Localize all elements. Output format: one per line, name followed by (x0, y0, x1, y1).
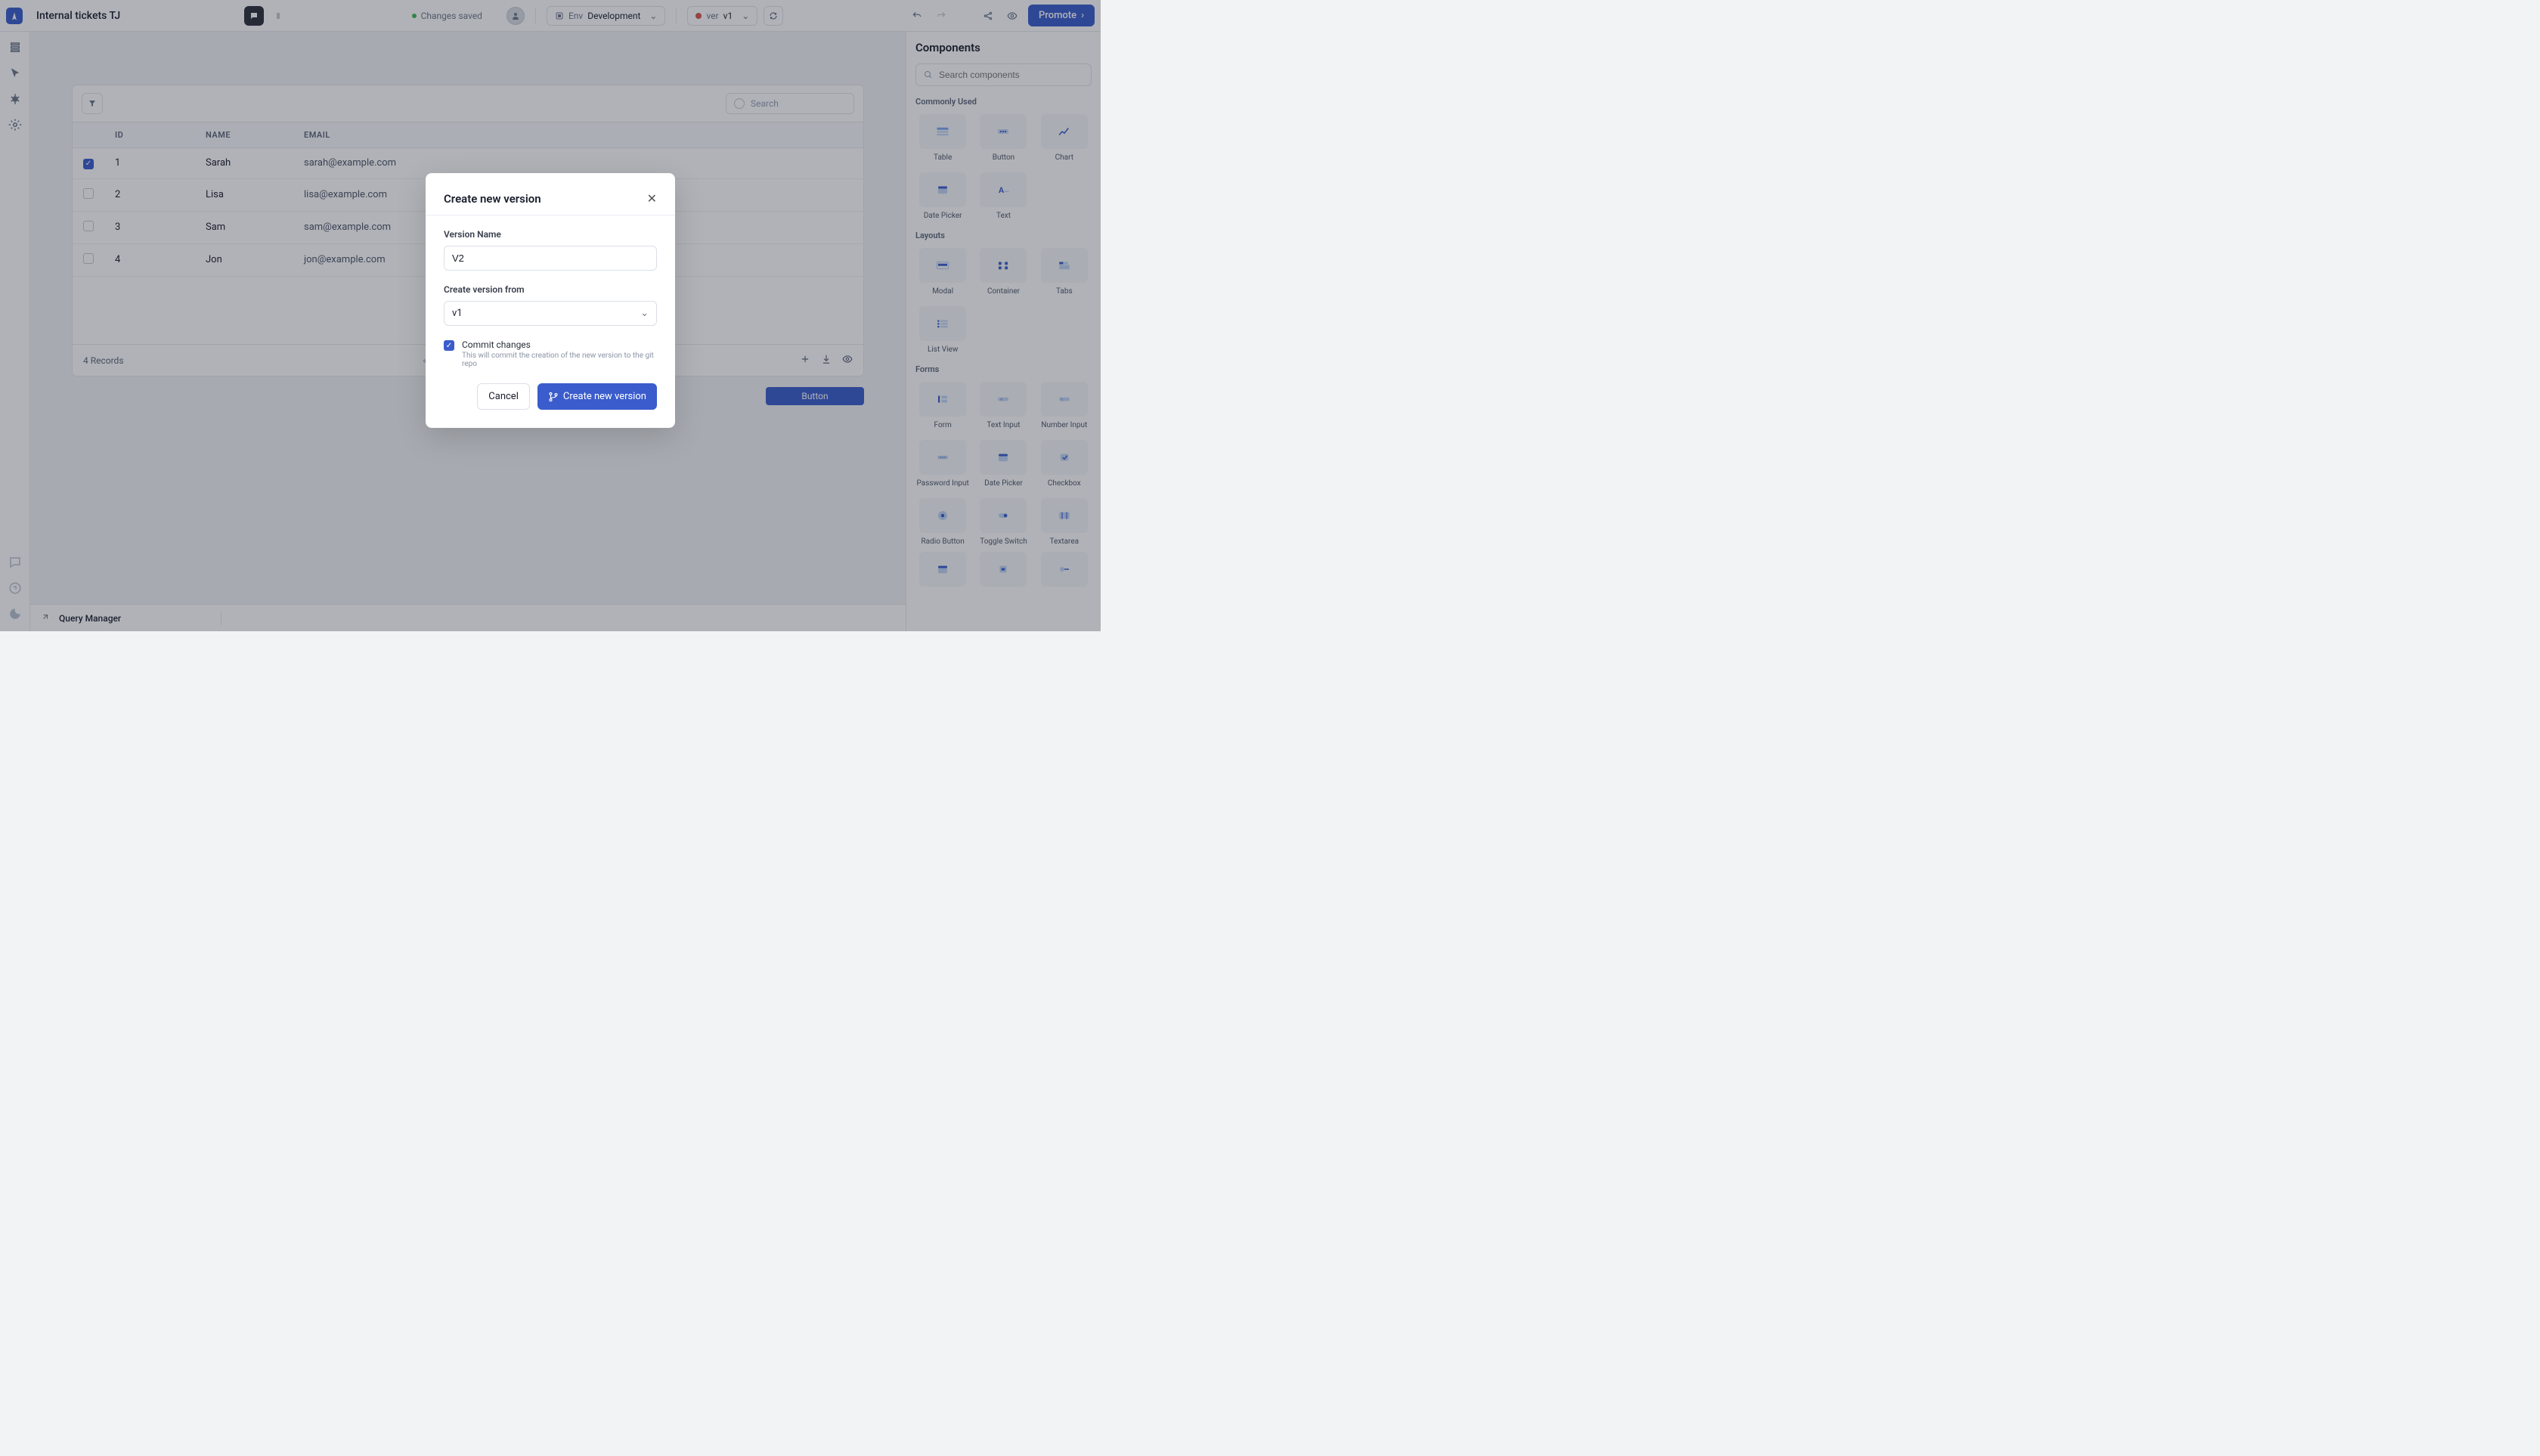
create-from-select[interactable]: v1 ⌄ (444, 301, 657, 326)
create-from-value: v1 (452, 308, 463, 319)
commit-description: This will commit the creation of the new… (462, 352, 657, 368)
create-version-modal: Create new version ✕ Version Name Create… (426, 173, 675, 428)
version-name-label: Version Name (444, 229, 657, 240)
cancel-button[interactable]: Cancel (477, 383, 530, 410)
commit-checkbox[interactable]: ✓ (444, 340, 454, 351)
modal-overlay[interactable]: Create new version ✕ Version Name Create… (0, 0, 1101, 631)
create-button-label: Create new version (563, 391, 646, 402)
commit-title: Commit changes (462, 339, 657, 350)
chevron-down-icon: ⌄ (640, 308, 649, 319)
create-version-button[interactable]: Create new version (537, 383, 657, 410)
close-icon[interactable]: ✕ (647, 191, 657, 206)
create-from-label: Create version from (444, 284, 657, 295)
modal-title: Create new version (444, 192, 541, 206)
git-branch-icon (548, 392, 559, 402)
version-name-input[interactable] (444, 246, 657, 271)
